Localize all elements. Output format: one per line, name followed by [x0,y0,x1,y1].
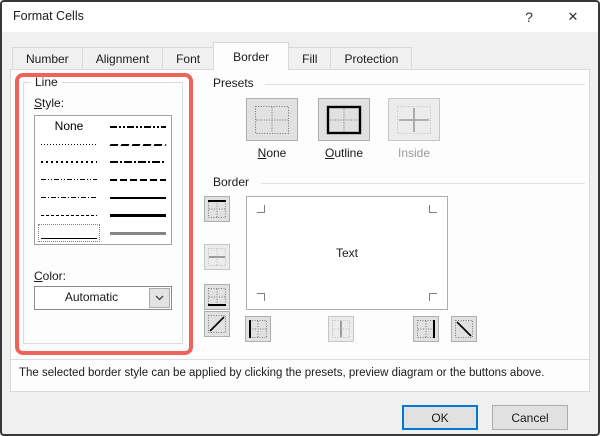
line-style-option-none[interactable]: None [38,118,100,136]
dotted-line-glyph [41,161,97,163]
color-label: Color: [34,269,66,283]
line-style-option-dash-dot-dot[interactable] [38,171,100,189]
line-style-option-slant-dash-dot[interactable] [107,136,169,154]
help-icon[interactable]: ? [512,2,546,32]
cancel-button[interactable]: Cancel [492,405,568,430]
line-group: Line Style: None [23,82,183,344]
title-bar: Format Cells ? ✕ [2,2,598,32]
close-icon[interactable]: ✕ [556,2,590,32]
medium-dashed-line-glyph [110,179,166,181]
preset-none-button[interactable] [246,98,298,141]
line-style-column-right [107,118,169,242]
tab-protection[interactable]: Protection [330,47,412,70]
hint-text: The selected border style can be applied… [19,367,583,379]
style-label: Style: [34,96,64,110]
preview-text: Text [336,246,358,260]
dash-dot-line-glyph [41,197,97,198]
inner-horizontal-border-button [204,244,230,270]
slant-dash-dot-line-glyph [109,144,166,146]
tab-number[interactable]: Number [12,47,83,70]
preset-outline-icon [326,105,362,135]
preview-corner-top-left [257,205,265,213]
thin-solid-line-glyph [41,238,97,239]
preset-outline-label: Outline [318,146,370,160]
preset-inside-icon [396,105,432,135]
line-style-option-hairline-dotted[interactable] [38,136,100,154]
diagonal-up-border-button[interactable] [204,311,230,337]
dashed-line-glyph [41,215,97,216]
dialog-title: Format Cells [13,9,84,23]
chevron-down-icon [155,295,164,301]
preview-corner-top-right [429,205,437,213]
color-dropdown-value: Automatic [35,287,148,309]
color-dropdown-button[interactable] [149,288,170,308]
presets-section-title: Presets [213,76,254,90]
tab-alignment[interactable]: Alignment [82,47,163,70]
bottom-border-icon [207,287,227,307]
inner-horizontal-border-icon [207,247,227,267]
inner-vertical-border-icon [331,319,351,339]
hairline-dotted-line-glyph [41,144,97,145]
preset-inside-button [388,98,440,141]
line-style-option-medium-dashed[interactable] [107,171,169,189]
medium-dash-dot-dot-line-glyph [110,126,166,128]
diagonal-up-border-icon [207,314,227,334]
presets-divider [265,84,585,85]
tab-fill[interactable]: Fill [288,47,331,70]
bottom-border-button[interactable] [204,284,230,310]
preview-corner-bottom-right [429,293,437,301]
border-section-title: Border [213,175,249,189]
medium-dash-dot-line-glyph [110,161,166,163]
line-style-option-dotted[interactable] [38,153,100,171]
preset-none-icon [254,105,290,135]
line-style-option-medium-solid[interactable] [107,189,169,207]
preview-corner-bottom-left [257,293,265,301]
line-style-option-thin-solid-selected[interactable] [38,224,100,242]
line-group-title: Line [31,75,62,89]
border-preview-diagram[interactable]: Text [246,196,448,310]
double-line-glyph [110,232,166,235]
top-border-button[interactable] [204,196,230,222]
border-tab-page: Line Style: None [10,69,590,392]
line-style-option-medium-dash-dot[interactable] [107,153,169,171]
right-border-button[interactable] [413,316,439,342]
tab-font[interactable]: Font [162,47,214,70]
color-dropdown[interactable]: Automatic [34,286,172,310]
line-style-column-left: None [38,118,100,242]
tab-strip: Number Alignment Font Border Fill Protec… [12,42,411,70]
line-style-option-dashed[interactable] [38,207,100,225]
thick-solid-line-glyph [110,214,166,217]
line-style-option-thick-solid[interactable] [107,207,169,225]
border-divider [261,183,585,184]
line-style-option-dash-dot[interactable] [38,189,100,207]
line-style-listbox[interactable]: None [34,115,172,245]
preset-none-label: None [246,146,298,160]
hint-divider [11,359,589,360]
left-border-button[interactable] [245,316,271,342]
diagonal-down-border-icon [454,319,474,339]
format-cells-dialog: Format Cells ? ✕ Number Alignment Font B… [0,0,600,436]
top-border-icon [207,199,227,219]
none-option-label: None [55,119,84,133]
left-border-icon [248,319,268,339]
tab-border[interactable]: Border [213,42,289,70]
preset-outline-button[interactable] [318,98,370,141]
preset-inside-label: Inside [388,146,440,160]
diagonal-down-border-button[interactable] [451,316,477,342]
inner-vertical-border-button [328,316,354,342]
ok-button[interactable]: OK [402,405,478,430]
right-border-icon [416,319,436,339]
medium-solid-line-glyph [110,197,166,199]
line-style-option-double[interactable] [107,224,169,242]
dash-dot-dot-line-glyph [41,179,97,180]
line-style-option-medium-dash-dot-dot[interactable] [107,118,169,136]
